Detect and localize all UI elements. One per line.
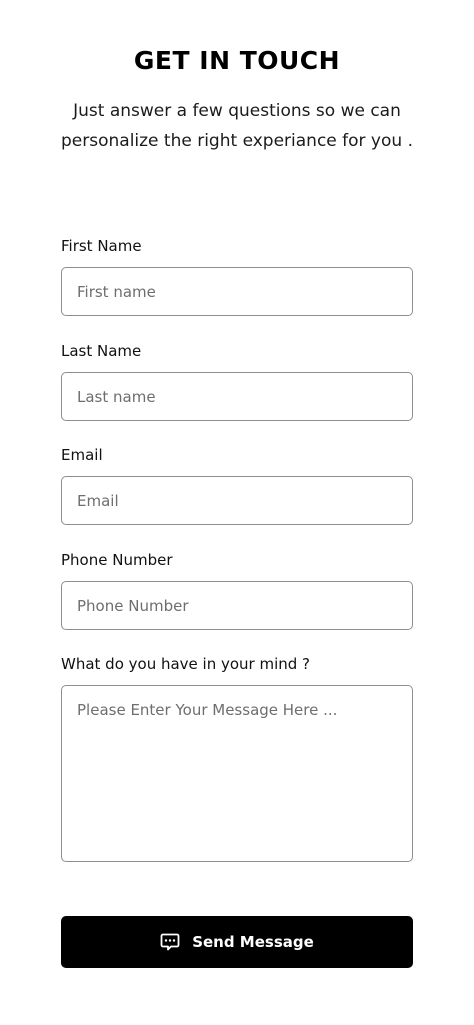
phone-input[interactable] [61,581,413,630]
email-label: Email [61,446,103,464]
phone-label: Phone Number [61,551,173,569]
page-title: GET IN TOUCH [133,46,341,75]
chat-message-icon [160,932,180,952]
contact-page: GET IN TOUCH Just answer a few questions… [0,0,474,1025]
message-textarea[interactable] [61,685,413,862]
first-name-input[interactable] [61,267,413,316]
last-name-label: Last Name [61,342,142,360]
send-message-button[interactable]: Send Message [61,916,413,968]
last-name-input[interactable] [61,372,413,421]
send-message-label: Send Message [192,933,314,951]
email-input[interactable] [61,476,413,525]
page-subtitle: Just answer a few questions so we can pe… [61,101,413,151]
message-label: What do you have in your mind ? [61,655,311,673]
first-name-label: First Name [61,237,142,255]
